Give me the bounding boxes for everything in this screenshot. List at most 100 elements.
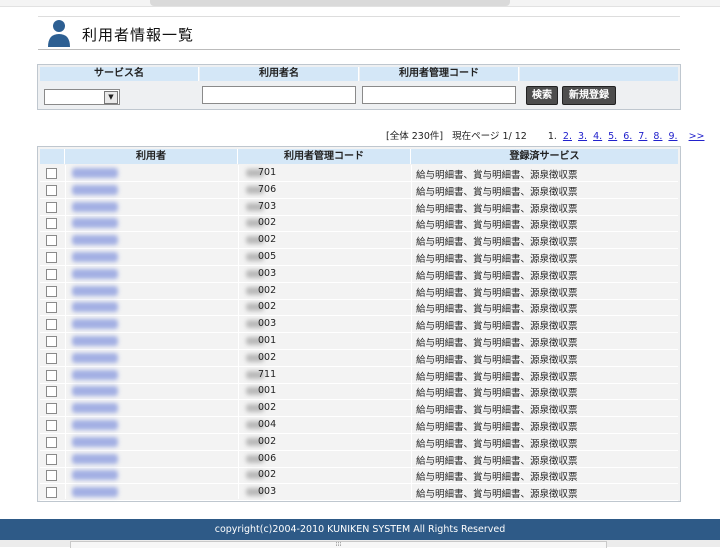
registered-services: 給与明細書、賞与明細書、源泉徴収票: [416, 422, 578, 433]
service-select[interactable]: ▼: [44, 89, 120, 105]
user-name-link[interactable]: [72, 386, 118, 397]
registered-services: 給与明細書、賞与明細書、源泉徴収票: [416, 354, 578, 366]
user-column-header: 利用者: [65, 149, 238, 164]
user-name-input[interactable]: [202, 86, 356, 104]
user-name-link[interactable]: [72, 403, 118, 414]
page-title: 利用者情報一覧: [82, 26, 195, 44]
row-checkbox[interactable]: [46, 268, 57, 280]
row-checkbox[interactable]: [46, 436, 57, 448]
new-register-button[interactable]: 新規登録: [562, 86, 616, 105]
user-name-link[interactable]: [72, 285, 118, 296]
registered-services: 給与明細書、賞与明細書、源泉徴収票: [416, 455, 578, 467]
page-link[interactable]: 7.: [638, 131, 647, 142]
user-name-link[interactable]: [72, 369, 118, 380]
user-name-link[interactable]: [72, 352, 118, 363]
user-name-link[interactable]: [72, 336, 118, 346]
user-name-link[interactable]: [72, 184, 118, 195]
row-checkbox[interactable]: [46, 302, 57, 314]
row-checkbox[interactable]: [46, 386, 57, 398]
next-page-link[interactable]: >>: [689, 131, 705, 142]
row-checkbox[interactable]: [46, 285, 57, 297]
table-row: 001 給与明細書、賞与明細書、源泉徴収票: [40, 333, 678, 350]
chevron-down-icon[interactable]: ▼: [104, 91, 118, 104]
table-row: 006 給与明細書、賞与明細書、源泉徴収票: [40, 451, 678, 468]
page-link[interactable]: 2.: [563, 131, 572, 142]
row-checkbox[interactable]: [46, 252, 57, 263]
current-page: 現在ページ 1/ 12: [452, 131, 527, 142]
user-code: 002: [258, 234, 277, 246]
user-name-link[interactable]: [72, 235, 118, 246]
user-code: 004: [258, 419, 277, 430]
registered-services: 給与明細書、賞与明細書、源泉徴収票: [416, 186, 578, 198]
user-code: 001: [258, 335, 277, 346]
row-checkbox[interactable]: [46, 201, 57, 213]
user-code: 002: [258, 284, 277, 296]
table-row: 703 給与明細書、賞与明細書、源泉徴収票: [40, 199, 678, 216]
user-code: 005: [258, 251, 277, 262]
services-column-header: 登録済サービス: [411, 149, 678, 164]
user-code: 002: [258, 301, 277, 313]
user-name-link[interactable]: [72, 470, 118, 481]
select-all-header: [40, 149, 65, 164]
page-link[interactable]: 3.: [578, 131, 587, 142]
table-row: 005 給与明細書、賞与明細書、源泉徴収票: [40, 249, 678, 266]
registered-services: 給与明細書、賞与明細書、源泉徴収票: [416, 304, 578, 316]
browser-top-edge: [0, 0, 720, 7]
user-code: 001: [258, 385, 277, 397]
user-name-link[interactable]: [72, 268, 118, 279]
user-icon: [48, 20, 70, 47]
user-code: 002: [258, 435, 277, 447]
page-link[interactable]: 9.: [668, 131, 677, 142]
user-code-input[interactable]: [362, 86, 516, 104]
row-checkbox[interactable]: [46, 336, 57, 347]
user-code: 002: [258, 469, 277, 481]
registered-services: 給与明細書、賞与明細書、源泉徴収票: [416, 170, 578, 181]
table-row: 002 給与明細書、賞与明細書、源泉徴収票: [40, 350, 678, 367]
row-checkbox[interactable]: [46, 218, 57, 230]
table-row: 001 給与明細書、賞与明細書、源泉徴収票: [40, 383, 678, 401]
table-row: 711 給与明細書、賞与明細書、源泉徴収票: [40, 367, 678, 384]
search-button[interactable]: 検索: [526, 86, 558, 105]
row-checkbox[interactable]: [46, 369, 57, 381]
user-name-link[interactable]: [72, 252, 118, 262]
user-name-link[interactable]: [72, 319, 118, 330]
registered-services: 給与明細書、賞与明細書、源泉徴収票: [416, 489, 578, 501]
row-checkbox[interactable]: [46, 184, 57, 196]
row-checkbox[interactable]: [46, 168, 57, 179]
actions-header: [520, 67, 678, 81]
code-column-header: 利用者管理コード: [238, 149, 411, 164]
table-row: 003 給与明細書、賞与明細書、源泉徴収票: [40, 316, 678, 334]
user-name-link[interactable]: [72, 436, 118, 447]
user-name-link[interactable]: [72, 453, 118, 464]
registered-services: 給与明細書、賞与明細書、源泉徴収票: [416, 405, 578, 417]
user-code: 002: [258, 402, 277, 414]
table-row: 003 給与明細書、賞与明細書、源泉徴収票: [40, 484, 678, 502]
registered-services: 給与明細書、賞与明細書、源泉徴収票: [416, 371, 578, 383]
table-row: 002 給与明細書、賞与明細書、源泉徴収票: [40, 299, 678, 317]
row-checkbox[interactable]: [46, 453, 57, 465]
row-checkbox[interactable]: [46, 352, 57, 364]
table-row: 003 給与明細書、賞与明細書、源泉徴収票: [40, 266, 678, 283]
row-checkbox[interactable]: [46, 235, 57, 247]
table-row: 701 給与明細書、賞与明細書、源泉徴収票: [40, 165, 678, 182]
user-name-link[interactable]: [72, 168, 118, 178]
registered-services: 給与明細書、賞与明細書、源泉徴収票: [416, 388, 578, 400]
user-name-link[interactable]: [72, 302, 118, 313]
registered-services: 給与明細書、賞与明細書、源泉徴収票: [416, 472, 578, 484]
registered-services: 給与明細書、賞与明細書、源泉徴収票: [416, 220, 578, 232]
page-link[interactable]: 8.: [653, 131, 662, 142]
user-name-link[interactable]: [72, 420, 118, 430]
user-name-link[interactable]: [72, 201, 118, 212]
page-link[interactable]: 5.: [608, 131, 617, 142]
row-checkbox[interactable]: [46, 403, 57, 415]
search-panel: サービス名 利用者名 利用者管理コード ▼ 検索 新規登録: [37, 64, 681, 110]
user-name-link[interactable]: [72, 218, 118, 229]
row-checkbox[interactable]: [46, 487, 57, 499]
user-name-link[interactable]: [72, 487, 118, 498]
total-count: [全体 230件]: [386, 131, 444, 142]
row-checkbox[interactable]: [46, 319, 57, 331]
page-link[interactable]: 4.: [593, 131, 602, 142]
row-checkbox[interactable]: [46, 470, 57, 482]
page-link[interactable]: 6.: [623, 131, 632, 142]
row-checkbox[interactable]: [46, 420, 57, 431]
